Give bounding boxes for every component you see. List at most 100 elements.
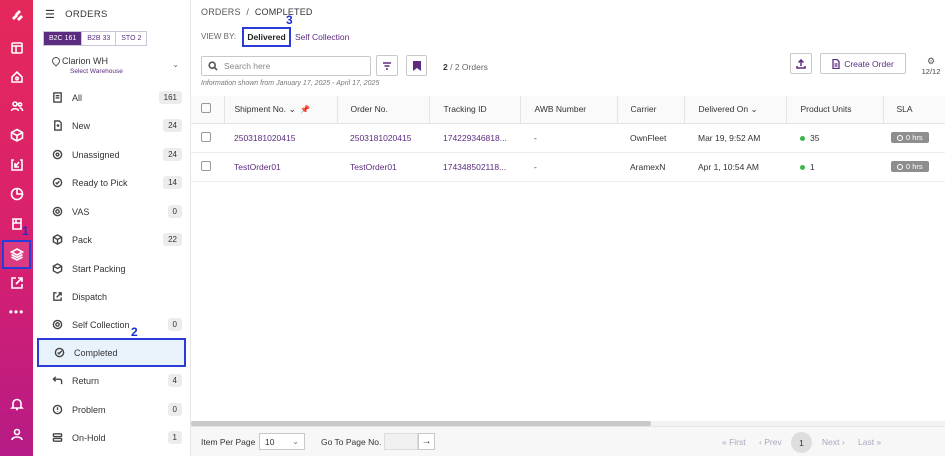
hamburger-icon[interactable]: ☰ [45,8,55,21]
annotation-3: 3 [286,13,293,27]
items-per-page-value: 10 [265,436,275,447]
row-checkbox[interactable] [201,131,211,142]
goto-arrow-button[interactable]: → [418,433,435,450]
count-badge: 0 [167,403,182,416]
dispatch-icon [51,291,63,303]
sidebar-item-new[interactable]: New 24 [37,112,186,139]
sla-cell: 0 hrs [883,152,945,182]
count-badge: 24 [163,119,182,132]
sla-value: 0 hrs [906,133,923,142]
chevron-down-icon[interactable]: ⌄ [172,60,179,69]
warehouse-name: Clarion WH [62,56,109,66]
column-count: 12/12 [921,67,941,76]
table-row[interactable]: TestOrder01 TestOrder01 174348502118... … [191,152,945,182]
chevron-down-icon: ⌄ [292,437,299,446]
sidebar-item-completed[interactable]: Completed [37,338,186,367]
header-label: Delivered On [698,103,749,114]
box-icon[interactable] [0,124,33,146]
filter-button[interactable] [376,55,398,76]
sidebar-item-all[interactable]: All 161 [37,84,186,111]
column-settings[interactable]: ⚙ 12/12 [918,56,944,76]
col-carrier[interactable]: Carrier [617,96,685,124]
sidebar-item-return[interactable]: Return 4 [37,367,186,394]
col-sla[interactable]: SLA [883,96,945,124]
sidebar-header: ☰ ORDERS [45,8,108,21]
sidebar-item-pack[interactable]: Pack 22 [37,226,186,253]
shown-count: 2 [443,62,448,72]
export-button[interactable] [790,53,812,74]
sidebar-item-vas[interactable]: VAS 0 [37,198,186,225]
profile-icon[interactable] [0,423,33,445]
count-badge: 14 [163,176,182,189]
next-page-button[interactable]: Next › [822,437,845,447]
last-page-button[interactable]: Last » [858,437,881,447]
sidebar-item-label: Pack [72,234,93,245]
bell-icon[interactable] [0,393,33,415]
prev-page-button[interactable]: ‹ Prev [759,437,782,447]
sidebar-item-label: Ready to Pick [72,177,128,188]
annotation-2: 2 [131,325,138,339]
users-icon[interactable] [0,95,33,117]
sort-down-icon[interactable]: ⌄ [286,104,297,114]
view-by-label: VIEW BY: [201,32,237,41]
order-link[interactable]: 2503181020415 [337,123,429,153]
orders-icon[interactable] [0,243,33,265]
sidebar-item-problem[interactable]: Problem 0 [37,396,186,423]
channel-b2b[interactable]: B2B 33 [82,32,117,45]
create-order-button[interactable]: Create Order [820,53,906,74]
sidebar-item-dispatch[interactable]: Dispatch [37,283,186,310]
col-product-units[interactable]: Product Units [786,96,884,124]
dashboard-icon[interactable] [0,37,33,59]
logo-icon[interactable] [0,5,33,27]
tracking-link[interactable]: 174229346818... [429,123,520,153]
items-per-page-select[interactable]: 10 ⌄ [259,433,305,450]
sidebar-item-on-hold[interactable]: On-Hold 1 [37,424,186,451]
shipment-link[interactable]: TestOrder01 [224,152,337,182]
warehouse-select-link[interactable]: Select Warehouse [50,68,185,75]
channel-b2c[interactable]: B2C 161 [44,32,83,45]
tracking-link[interactable]: 174348502118... [429,152,520,182]
analytics-icon[interactable] [0,183,33,205]
status-dot [800,135,805,141]
col-order-no[interactable]: Order No. [337,96,430,124]
bookmark-button[interactable] [406,55,427,76]
new-icon [51,120,63,132]
home-icon[interactable] [0,66,33,88]
gear-icon: ⚙ [926,56,936,66]
pin-icon[interactable]: 📌 [300,105,310,114]
more-icon[interactable]: ••• [0,301,33,323]
sidebar-item-self-collection[interactable]: Self Collection 0 [37,311,186,338]
delivered-cell: Apr 1, 10:54 AM [684,152,786,182]
col-awb-number[interactable]: AWB Number [520,96,618,124]
first-page-button[interactable]: « First [722,437,746,447]
channel-sto[interactable]: STO 2 [116,32,146,45]
col-delivered-on[interactable]: Delivered On ⌄ [684,96,787,124]
sidebar-item-unassigned[interactable]: Unassigned 24 [37,141,186,168]
sidebar-item-ready-to-pick[interactable]: Ready to Pick 14 [37,169,186,196]
shipment-link[interactable]: 2503181020415 [224,123,337,153]
sidebar-item-start-packing[interactable]: Start Packing [37,255,186,282]
goto-page-input[interactable] [384,433,418,450]
select-all-checkbox[interactable] [201,103,211,114]
order-link[interactable]: TestOrder01 [337,152,429,182]
returns-icon[interactable] [0,154,33,176]
search-input[interactable] [224,61,364,71]
start-packing-icon [51,263,63,275]
sla-badge: 0 hrs [891,132,929,143]
sort-down-icon[interactable]: ⌄ [748,104,757,114]
warehouse-selector[interactable]: Clarion WH Select Warehouse ⌄ [50,55,185,75]
col-shipment-no[interactable]: Shipment No. ⌄ 📌 [224,96,338,124]
header-label: Shipment No. [234,103,287,114]
tab-delivered[interactable]: Delivered [242,27,291,47]
col-tracking-id[interactable]: Tracking ID [429,96,521,124]
breadcrumb-root[interactable]: ORDERS [201,7,241,17]
table-row[interactable]: 2503181020415 2503181020415 174229346818… [191,123,945,153]
orders-sidebar: ☰ ORDERS B2C 161 B2B 33 STO 2 Clarion WH… [33,0,191,456]
row-select-cell [191,152,224,182]
tab-self-collection[interactable]: Self Collection [295,32,349,42]
row-checkbox[interactable] [201,160,211,171]
status-dot [800,164,805,170]
current-page[interactable]: 1 [791,432,812,453]
self-collection-icon [51,319,63,331]
external-icon[interactable] [0,272,33,294]
